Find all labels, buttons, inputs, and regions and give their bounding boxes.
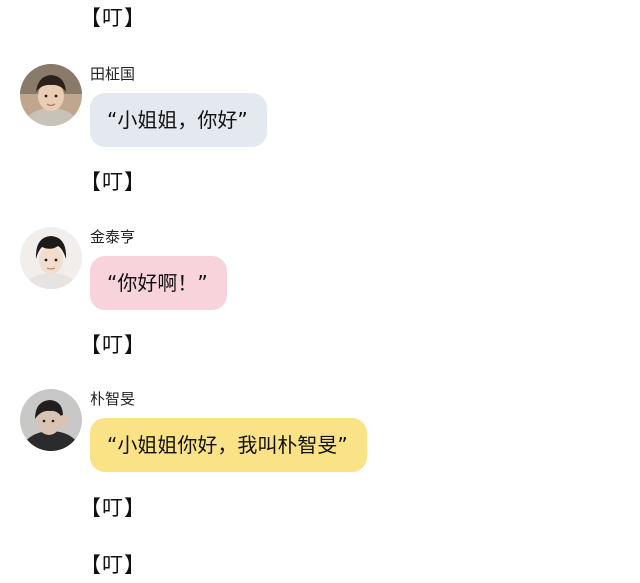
message-bubble[interactable]: “小姐姐你好，我叫朴智旻”: [90, 418, 367, 472]
avatar[interactable]: [20, 389, 82, 451]
ding-notice: 【叮】: [80, 333, 146, 357]
sender-name: 朴智旻: [90, 390, 136, 408]
avatar-jungkook-icon: [20, 64, 82, 126]
ding-notice: 【叮】: [80, 553, 146, 577]
avatar-taehyung-icon: [20, 227, 82, 289]
ding-notice: 【叮】: [80, 170, 146, 194]
sender-name: 金泰亨: [90, 228, 136, 246]
message-bubble[interactable]: “你好啊！”: [90, 256, 227, 310]
sender-name: 田柾国: [90, 65, 136, 83]
avatar[interactable]: [20, 227, 82, 289]
message-bubble[interactable]: “小姐姐，你好”: [90, 93, 267, 147]
avatar-jimin-icon: [20, 389, 82, 451]
ding-notice: 【叮】: [80, 496, 146, 520]
avatar[interactable]: [20, 64, 82, 126]
chat-screen: 【叮】 田柾国 “小姐姐，你好” 【叮】 金泰亨 “你好啊！” 【叮】 朴智旻 …: [0, 0, 640, 583]
ding-notice: 【叮】: [80, 6, 146, 30]
